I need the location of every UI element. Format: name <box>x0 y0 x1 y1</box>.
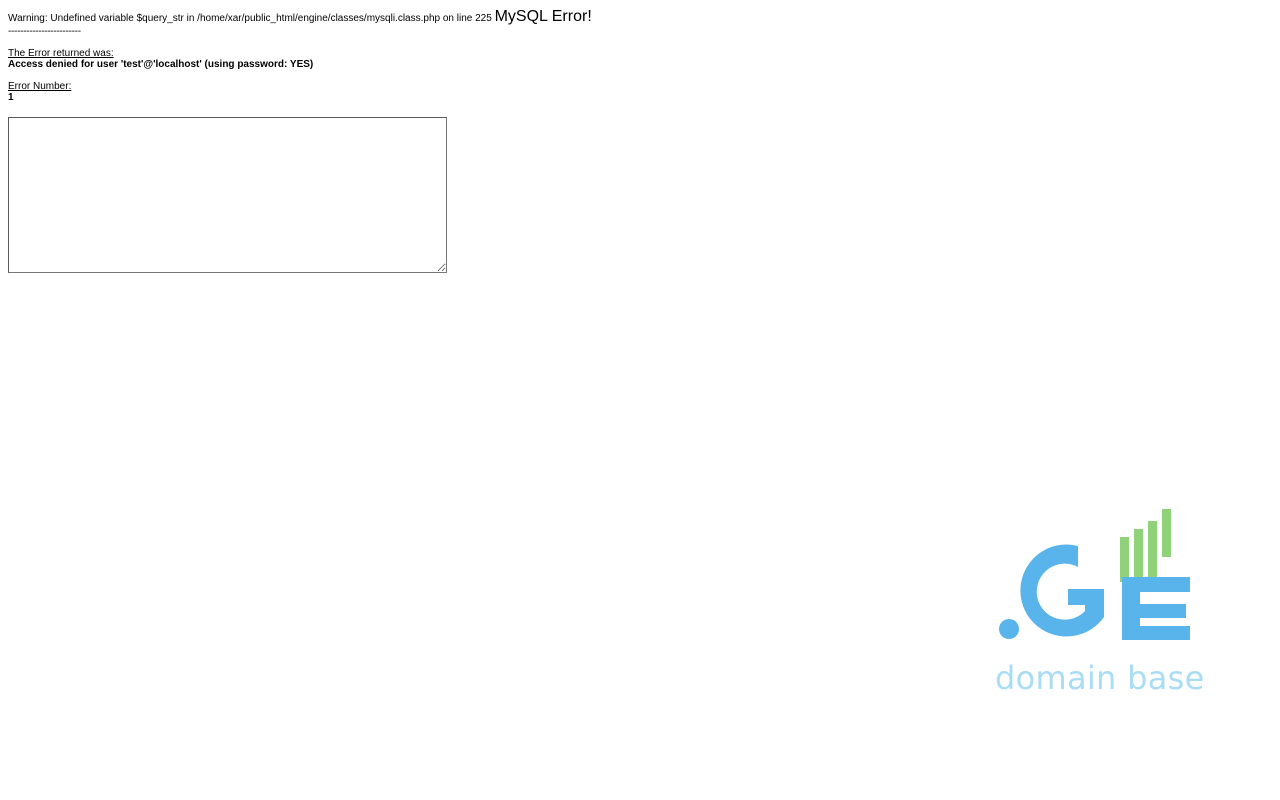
logo-letter-g <box>1020 544 1104 637</box>
logo-bar-3 <box>1148 521 1157 581</box>
error-message: Access denied for user 'test'@'localhost… <box>8 59 314 70</box>
separator-line: ------------------------ <box>8 26 81 37</box>
error-page: Warning: Undefined variable $query_str i… <box>0 0 1280 800</box>
query-textarea[interactable] <box>8 117 447 273</box>
error-number-label: Error Number: <box>8 81 72 92</box>
logo-letter-e <box>1122 577 1190 640</box>
warning-line: Warning: Undefined variable $query_str i… <box>8 8 592 26</box>
logo-text: domain base <box>995 659 1205 697</box>
error-returned-label: The Error returned was: <box>8 48 114 59</box>
error-details: Warning: Undefined variable $query_str i… <box>8 8 592 103</box>
logo-dot <box>999 619 1019 639</box>
mysql-error-title: MySQL Error! <box>494 8 592 25</box>
warning-text: Warning: Undefined variable $query_str i… <box>8 13 492 24</box>
error-number-value: 1 <box>8 92 14 103</box>
logo-bar-2 <box>1134 529 1143 582</box>
logo-bar-4 <box>1162 509 1171 557</box>
logo-bar-1 <box>1120 537 1129 582</box>
